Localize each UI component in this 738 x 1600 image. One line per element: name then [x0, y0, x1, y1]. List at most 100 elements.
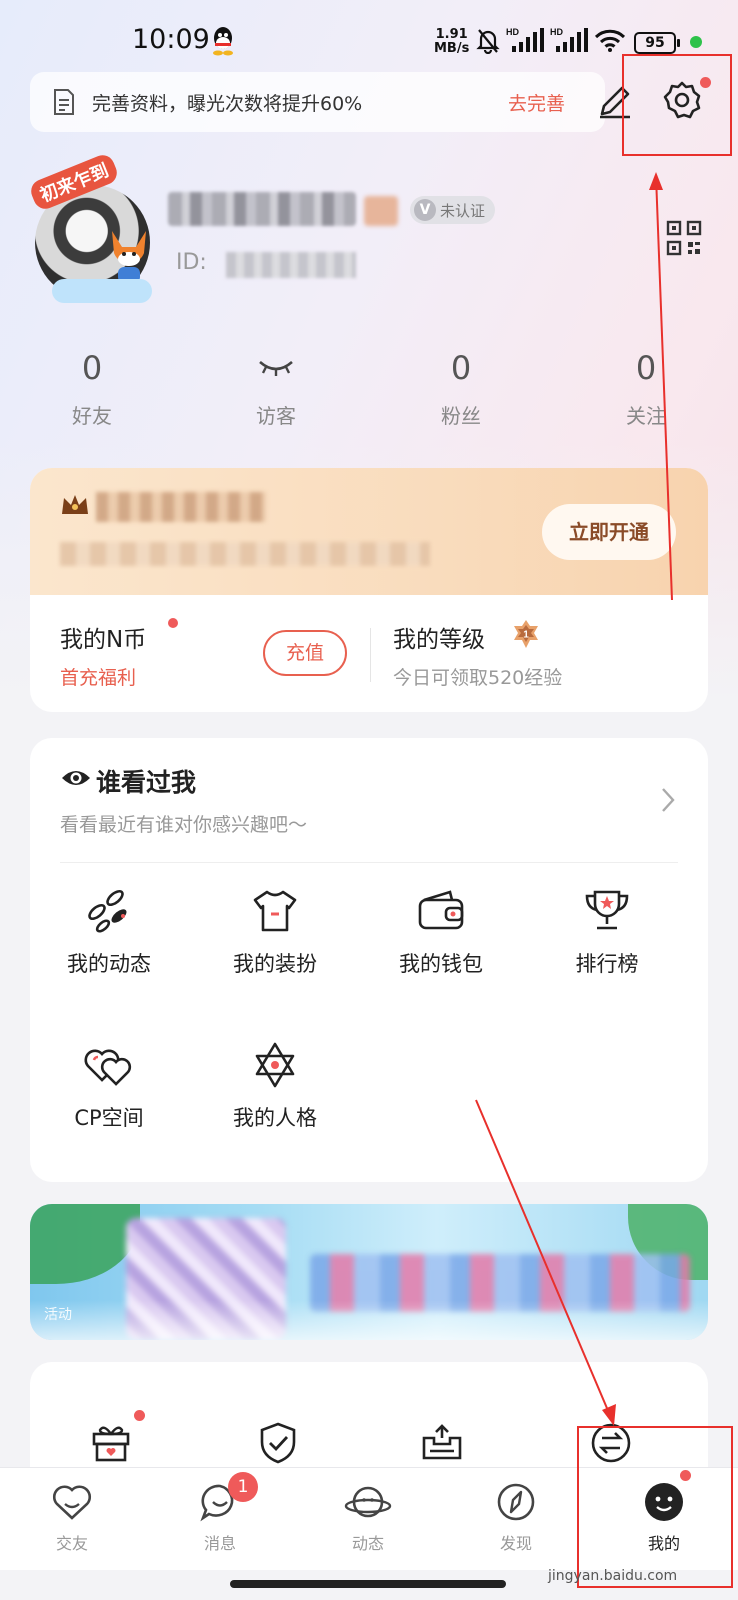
- vip-title-redacted: [96, 492, 266, 522]
- coins-subtitle: 首充福利: [60, 667, 137, 689]
- user-badge-redacted: [364, 196, 398, 226]
- username-redacted: [168, 192, 356, 226]
- stat-value: 0: [81, 349, 103, 387]
- tab-moments[interactable]: 动态: [318, 1482, 418, 1554]
- divider: [60, 862, 678, 863]
- vip-open-button[interactable]: 立即开通: [542, 504, 676, 560]
- signal-icon: HD: [506, 27, 544, 52]
- network-speed: 1.91 MB/s: [434, 27, 470, 56]
- fox-sticker-icon: [112, 231, 146, 283]
- grid-label: 我的人格: [233, 1106, 317, 1130]
- battery-indicator: 95: [634, 32, 680, 54]
- vip-banner[interactable]: 立即开通: [30, 468, 708, 595]
- stat-visitors[interactable]: 访客: [216, 348, 336, 429]
- grid-label: CP空间: [74, 1106, 144, 1130]
- verified-v-icon: V: [414, 199, 436, 221]
- gift-icon[interactable]: [90, 1422, 132, 1462]
- coins-title[interactable]: 我的N币: [60, 620, 146, 654]
- watermark: jingyan.baidu.com: [548, 1568, 678, 1584]
- grid-label: 我的钱包: [399, 952, 483, 976]
- complete-profile-banner[interactable]: 完善资料，曝光次数将提升60% 去完善: [30, 72, 605, 132]
- user-avatar[interactable]: 初来乍到: [27, 151, 158, 303]
- svg-text:HD: HD: [506, 27, 519, 37]
- vip-card: 立即开通 我的N币 首充福利 充值 我的等级 1 今日可领取520经验: [30, 468, 708, 712]
- tab-friends[interactable]: 交友: [22, 1482, 122, 1554]
- tab-label: 发现: [499, 1534, 532, 1553]
- user-id-redacted: [226, 252, 356, 278]
- grid-label: 排行榜: [575, 952, 639, 976]
- grid-item-leaderboard[interactable]: 排行榜: [542, 888, 672, 978]
- avatar-frame-cloud: [52, 279, 152, 303]
- complete-profile-text: 完善资料，曝光次数将提升60%: [92, 93, 363, 115]
- muted-bell-icon: [476, 29, 500, 54]
- tab-label: 交友: [55, 1534, 88, 1553]
- grid-label: 我的装扮: [233, 952, 317, 976]
- wallet-icon: [418, 890, 464, 930]
- banner-wave-decoration: [30, 1300, 708, 1340]
- banner-leaf-decoration: [30, 1204, 140, 1284]
- level-badge-number: 1: [523, 630, 529, 641]
- shield-check-icon[interactable]: [258, 1422, 298, 1464]
- moments-icon: [88, 889, 127, 933]
- document-icon: [54, 89, 74, 115]
- features-card: 谁看过我 看看最近有谁对你感兴趣吧～ 我的动态 我的装扮 我的钱包 排行榜 CP…: [30, 738, 708, 1182]
- stat-label: 访客: [256, 404, 296, 428]
- svg-text:HD: HD: [550, 27, 563, 37]
- wifi-icon: [594, 29, 626, 52]
- stat-label: 好友: [72, 404, 112, 428]
- stat-value: 0: [635, 349, 657, 387]
- stat-value: 0: [450, 349, 472, 387]
- tab-discover[interactable]: 发现: [466, 1482, 566, 1554]
- qr-code-icon[interactable]: [666, 220, 702, 256]
- stat-label: 粉丝: [441, 404, 481, 428]
- stat-label: 关注: [626, 404, 666, 428]
- vip-subtitle-redacted: [60, 542, 430, 566]
- verification-label: 未认证: [440, 201, 486, 220]
- recharge-button[interactable]: 充值: [263, 630, 347, 676]
- level-subtitle: 今日可领取520经验: [393, 667, 563, 689]
- crown-icon: [62, 495, 88, 514]
- privacy-indicator-dot: [690, 36, 702, 48]
- event-banner[interactable]: 活动: [30, 1204, 708, 1340]
- banner-tag: 活动: [44, 1307, 72, 1323]
- compass-icon: [497, 1483, 535, 1521]
- user-id-label: ID:: [176, 250, 207, 275]
- tab-label: 消息: [203, 1534, 236, 1553]
- who-viewed-me-title[interactable]: 谁看过我: [96, 763, 196, 799]
- complete-profile-link[interactable]: 去完善: [508, 89, 565, 116]
- inbox-upload-icon[interactable]: [420, 1422, 464, 1462]
- double-heart-icon: [84, 1049, 132, 1086]
- status-time: 10:09: [132, 24, 210, 55]
- grid-label: 我的动态: [67, 952, 151, 976]
- outfit-icon: [253, 890, 297, 932]
- star-of-david-icon: [255, 1042, 295, 1088]
- qq-icon: [213, 27, 233, 56]
- annotation-box-me-tab: [577, 1426, 733, 1588]
- level-badge-icon: 1: [514, 620, 538, 648]
- annotation-box-settings: [622, 54, 732, 156]
- grid-item-moments[interactable]: 我的动态: [44, 888, 174, 978]
- coins-notification-dot: [168, 618, 178, 628]
- gift-notification-dot: [134, 1410, 145, 1421]
- who-viewed-me-subtitle: 看看最近有谁对你感兴趣吧～: [60, 814, 308, 836]
- trophy-icon: [585, 890, 629, 930]
- grid-item-wallet[interactable]: 我的钱包: [376, 888, 506, 978]
- grid-item-personality[interactable]: 我的人格: [210, 1042, 340, 1132]
- message-count-badge: 1: [228, 1472, 258, 1502]
- grid-item-outfit[interactable]: 我的装扮: [210, 888, 340, 978]
- closed-eye-icon: [259, 360, 293, 376]
- tab-label: 动态: [351, 1534, 384, 1553]
- level-title[interactable]: 我的等级: [393, 620, 485, 654]
- grid-item-cp-space[interactable]: CP空间: [44, 1042, 174, 1132]
- eye-icon: [62, 771, 90, 785]
- planet-icon: [344, 1486, 392, 1518]
- home-indicator: [230, 1580, 506, 1588]
- stat-fans[interactable]: 0 粉丝: [401, 348, 521, 429]
- divider: [370, 628, 371, 682]
- stat-value: [216, 348, 336, 388]
- stat-friends[interactable]: 0 好友: [32, 348, 152, 429]
- heart-icon: [52, 1485, 92, 1520]
- stat-following[interactable]: 0 关注: [586, 348, 706, 429]
- chevron-right-icon[interactable]: [660, 786, 676, 814]
- verification-badge[interactable]: V 未认证: [410, 196, 496, 224]
